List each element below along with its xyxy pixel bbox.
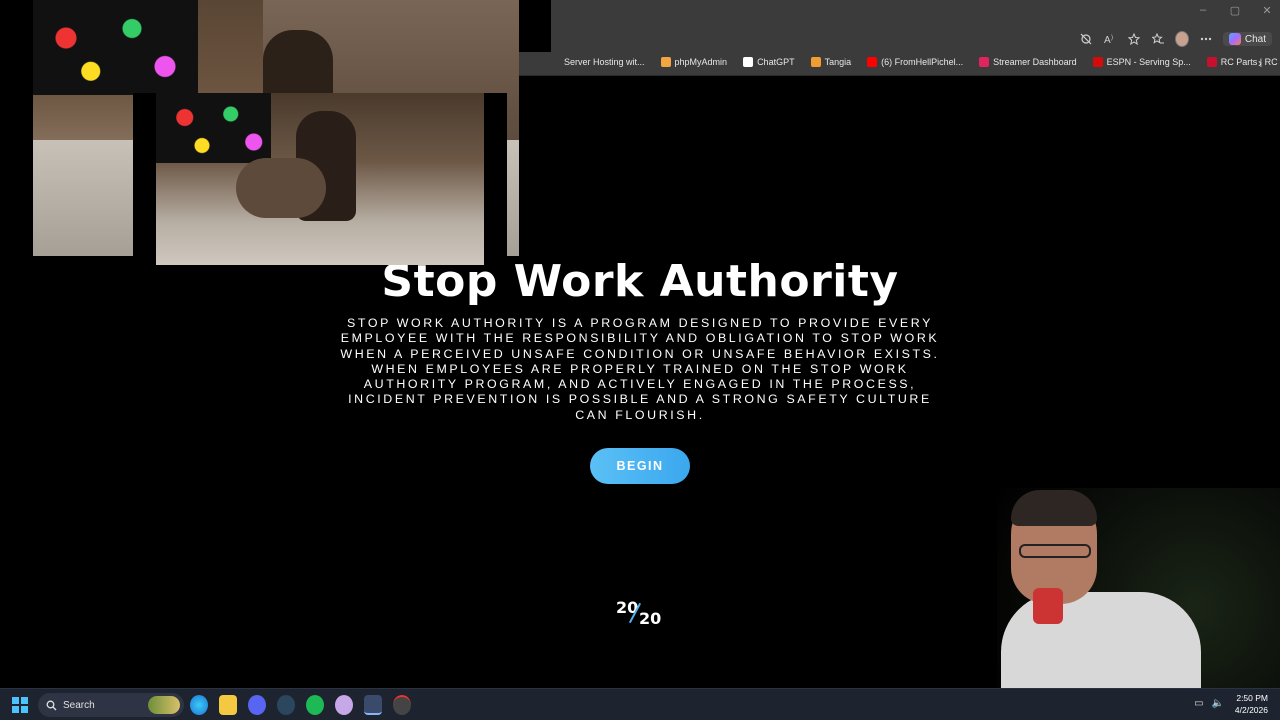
bookmark-item[interactable]: Tangia	[810, 57, 852, 67]
network-icon[interactable]: ▭	[1194, 698, 1203, 709]
file-explorer-icon[interactable]	[219, 695, 237, 715]
taskbar-apps	[190, 695, 411, 715]
bookmark-label: (6) FromHellPichel...	[881, 57, 964, 67]
favorite-star-icon[interactable]	[1127, 31, 1141, 47]
bookmark-label: RC Parts | RC Car P...	[1220, 57, 1280, 67]
bookmark-item[interactable]: (6) FromHellPichel...	[867, 57, 963, 67]
bookmark-list: Server Hosting wit... phpMyAdmin ChatGPT…	[550, 57, 1280, 67]
bookmark-item[interactable]: ESPN - Serving Sp...	[1092, 57, 1191, 67]
bookmark-label: Server Hosting wit...	[564, 57, 645, 67]
bookmark-item[interactable]: phpMyAdmin	[660, 57, 728, 67]
bookmark-label: phpMyAdmin	[674, 57, 728, 67]
bookmark-label: Tangia	[824, 57, 852, 67]
toolbar-icons: A) Chat	[1079, 31, 1272, 47]
page-description: STOP WORK AUTHORITY IS A PROGRAM DESIGNE…	[340, 316, 940, 422]
bookmark-item[interactable]: RC Parts | RC Car P...	[1206, 57, 1280, 67]
app-shell-icon[interactable]	[335, 695, 353, 715]
video-inset-overlay	[133, 93, 507, 265]
bookmark-favicon-icon	[979, 57, 990, 67]
svg-text:): )	[1111, 35, 1113, 41]
video-inset-frame	[156, 93, 484, 265]
discord-icon[interactable]	[248, 695, 266, 715]
bookmark-favicon-icon	[660, 57, 671, 67]
taskbar: Search ▭ 🔈 2:50 PM 4/2/2026	[0, 688, 1280, 720]
obs-icon[interactable]	[393, 695, 411, 715]
bookmark-item[interactable]: ChatGPT	[743, 57, 795, 67]
search-label: Search	[63, 699, 95, 711]
bookmark-favicon-icon	[867, 57, 878, 67]
bookmarks-overflow-chevron-icon[interactable]: ›	[1258, 56, 1262, 70]
bookmark-favicon-icon	[810, 57, 821, 67]
minimize-button[interactable]: –	[1196, 4, 1210, 17]
maximize-button[interactable]: ▢	[1228, 4, 1242, 17]
webcam-overlay	[997, 488, 1280, 688]
bookmark-label: ChatGPT	[757, 57, 795, 67]
copilot-chat-button[interactable]: Chat	[1222, 32, 1272, 46]
video-poster	[33, 0, 198, 95]
webcam-body	[1001, 592, 1201, 688]
bookmark-item[interactable]: Streamer Dashboard	[979, 57, 1077, 67]
favorites-icon[interactable]	[1151, 31, 1165, 47]
taskbar-clock[interactable]: 2:50 PM 4/2/2026	[1235, 692, 1268, 716]
webcam-hair	[1011, 490, 1097, 526]
close-button[interactable]: ✕	[1260, 4, 1274, 17]
brand-logo: 20 20	[612, 596, 668, 630]
spotify-icon[interactable]	[306, 695, 324, 715]
video-inset-person-lying	[236, 158, 326, 218]
video-inset-poster	[156, 93, 271, 163]
more-menu-icon[interactable]	[1199, 31, 1213, 47]
webcam-glasses	[1019, 544, 1091, 558]
windows-start-icon[interactable]	[12, 697, 28, 713]
window-controls: – ▢ ✕	[1196, 4, 1274, 17]
edge-icon[interactable]	[190, 695, 208, 715]
overlay-black-strip	[0, 0, 33, 256]
copilot-icon	[1228, 33, 1241, 45]
volume-icon[interactable]: 🔈	[1212, 698, 1224, 709]
system-tray: ▭ 🔈	[1194, 698, 1224, 709]
bookmark-favicon-icon	[550, 57, 560, 67]
taskbar-search[interactable]: Search	[38, 693, 184, 717]
begin-button[interactable]: BEGIN	[590, 448, 690, 484]
svg-text:A: A	[1104, 35, 1111, 45]
read-aloud-icon[interactable]: A)	[1103, 31, 1117, 47]
search-highlight-image	[148, 696, 180, 714]
overlay-black-corner	[519, 0, 551, 52]
steam-icon[interactable]	[277, 695, 295, 715]
bookmark-favicon-icon	[743, 57, 754, 67]
bookmark-item[interactable]: Server Hosting wit...	[550, 57, 645, 67]
logo-bottom-text: 20	[639, 609, 662, 628]
chat-label: Chat	[1244, 33, 1266, 45]
search-icon	[46, 700, 57, 710]
app-diamond-icon[interactable]	[364, 695, 382, 715]
bookmark-favicon-icon	[1206, 57, 1217, 67]
clock-date: 4/2/2026	[1234, 705, 1268, 715]
clock-time: 2:50 PM	[1236, 693, 1268, 703]
profile-avatar[interactable]	[1174, 31, 1189, 47]
bookmark-label: Streamer Dashboard	[993, 57, 1077, 67]
bookmark-favicon-icon	[1092, 57, 1103, 67]
webcam-mug	[1033, 588, 1063, 624]
tracking-prevention-icon[interactable]	[1079, 31, 1093, 47]
bookmark-label: ESPN - Serving Sp...	[1106, 57, 1191, 67]
